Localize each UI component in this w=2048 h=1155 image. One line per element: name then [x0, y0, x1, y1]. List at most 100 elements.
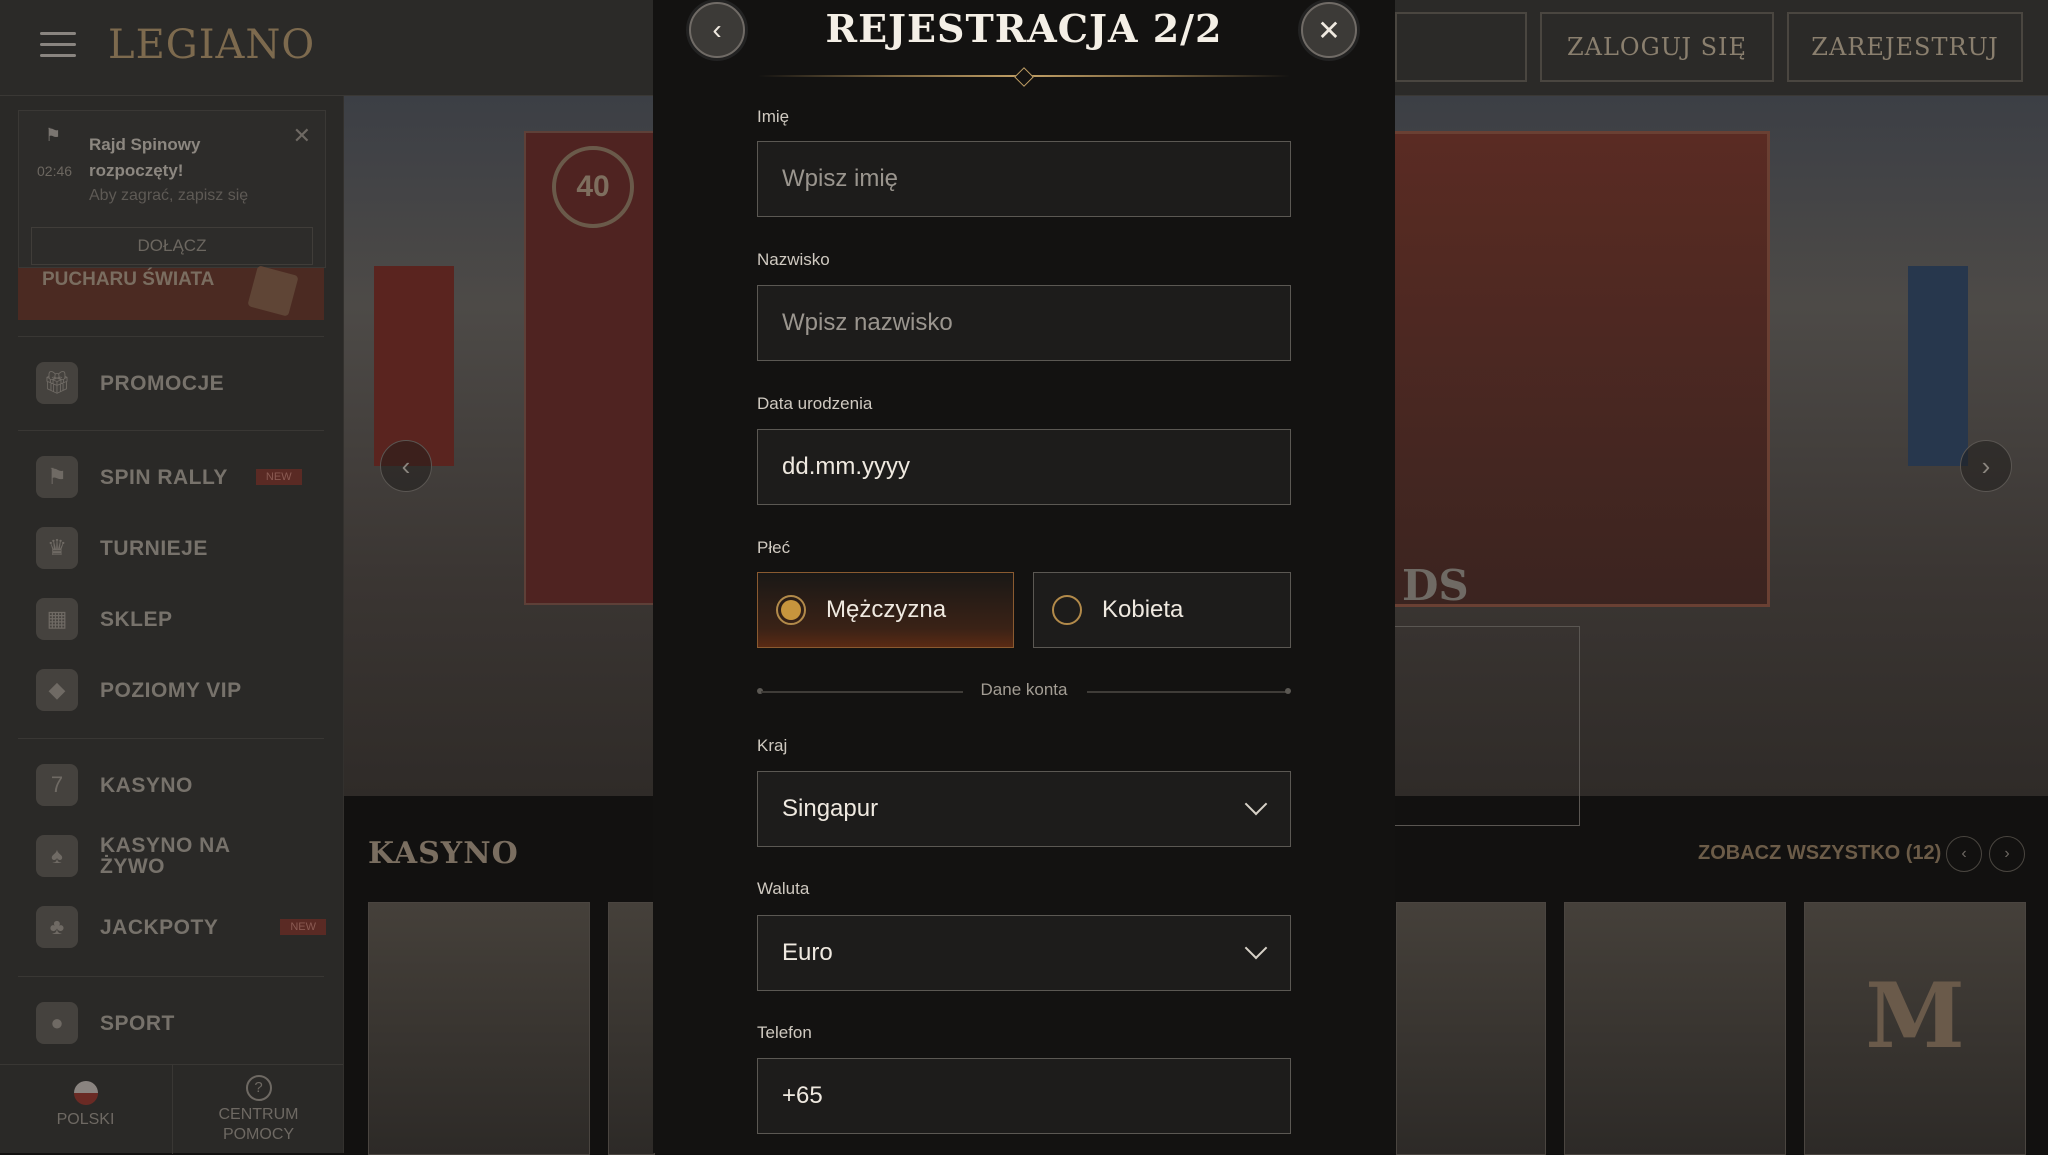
help-icon: ? [245, 1075, 272, 1101]
login-button[interactable]: ZALOGUJ SIĘ [1540, 12, 1774, 82]
sidebar-item-turnieje[interactable]: ♛ TURNIEJE [36, 523, 208, 573]
banner-next-arrow-icon[interactable]: › [1960, 440, 2012, 492]
sidebar-item-label: SKLEP [100, 607, 173, 631]
ball-icon: ● [36, 1002, 78, 1044]
notification-time: 02:46 [37, 163, 73, 179]
country-value: Singapur [782, 795, 879, 822]
gender-label: Płeć [757, 538, 791, 557]
sidebar-item-label: TURNIEJE [100, 536, 208, 560]
sidebar-item-label: SPORT [100, 1011, 175, 1035]
sidebar-item-promocje[interactable]: 🎁︎ PROMOCJE [36, 358, 224, 408]
world-cup-promo-banner[interactable]: PUCHARU ŚWIATA [18, 265, 324, 320]
slot-machine-icon: 7 [36, 764, 78, 806]
sidebar-item-label: JACKPOTY [100, 915, 219, 939]
sidebar-item-sport[interactable]: ● SPORT [36, 998, 175, 1048]
divider-dot [1285, 688, 1291, 694]
register-button[interactable]: ZAREJESTRUJ [1787, 12, 2023, 82]
clover-icon: ♣ [36, 906, 78, 948]
sidebar-item-label: PROMOCJE [100, 371, 225, 395]
last-name-input[interactable]: Wpisz nazwisko [757, 285, 1291, 361]
game-tile[interactable]: M [1804, 902, 2026, 1155]
game-tile[interactable] [368, 902, 590, 1155]
radio-checked-icon [776, 595, 806, 625]
site-logo[interactable]: LEGIANO [108, 22, 315, 68]
new-badge: NEW [280, 919, 327, 935]
currency-value: Euro [782, 939, 833, 966]
close-icon[interactable]: ✕ [293, 123, 311, 149]
sidebar: ⚑ Rajd Spinowy 02:46 rozpoczęty! Aby zag… [0, 96, 344, 1154]
casino-section-title: KASYNO [368, 836, 519, 871]
promo-banner-label: PUCHARU ŚWIATA [42, 269, 215, 290]
title-ornament-diamond [1014, 67, 1034, 87]
close-button[interactable]: ✕ [1301, 2, 1357, 58]
banner-flag-left [374, 266, 454, 466]
game-tile[interactable] [608, 902, 655, 1155]
registration-modal: ‹ REJESTRACJA 2/2 ✕ Imię Wpisz imię Nazw… [653, 0, 1395, 1153]
sidebar-item-spin-rally[interactable]: ⚑ SPIN RALLY NEW [36, 452, 302, 502]
sidebar-footer: POLSKI ? CENTRUM POMOCY [0, 1064, 343, 1154]
chevron-right-icon[interactable]: › [1989, 836, 2025, 872]
game-logo: M [1865, 962, 1965, 1069]
game-tile[interactable] [1564, 902, 1786, 1155]
banner-prev-arrow-icon[interactable]: ‹ [380, 440, 432, 492]
account-section-divider: Dane konta [980, 680, 1068, 699]
help-label: CENTRUM POMOCY [218, 1106, 299, 1143]
divider [18, 430, 324, 431]
sidebar-item-sklep[interactable]: ▦ SKLEP [36, 594, 173, 644]
language-selector[interactable]: POLSKI [0, 1065, 171, 1154]
phone-input[interactable]: +65 [757, 1058, 1291, 1134]
help-center-link[interactable]: ? CENTRUM POMOCY [172, 1065, 344, 1154]
game-tile[interactable] [1396, 902, 1546, 1155]
phone-label: Telefon [757, 1023, 812, 1042]
divider [18, 738, 324, 739]
spin-rally-notification: ⚑ Rajd Spinowy 02:46 rozpoczęty! Aby zag… [18, 110, 326, 268]
first-name-input[interactable]: Wpisz imię [757, 141, 1291, 217]
modal-title: REJESTRACJA 2/2 [825, 6, 1223, 51]
divider [18, 976, 324, 977]
diamond-icon: ◆ [36, 669, 78, 711]
birth-date-label: Data urodzenia [757, 394, 873, 413]
sidebar-item-kasyno[interactable]: 7 KASYNO [36, 760, 193, 810]
language-label: POLSKI [56, 1111, 115, 1128]
sidebar-item-poziomy-vip[interactable]: ◆ POZIOMY VIP [36, 665, 242, 715]
join-button[interactable]: DOŁĄCZ [31, 227, 313, 265]
gender-option-male[interactable]: Mężczyzna [757, 572, 1014, 648]
cards-icon: ♠ [36, 835, 78, 877]
sidebar-item-label: SPIN RALLY [100, 465, 228, 489]
see-all-link[interactable]: ZOBACZ WSZYSTKO (12) [1698, 842, 1941, 865]
country-select[interactable]: Singapur [757, 771, 1291, 847]
country-label: Kraj [757, 736, 788, 755]
gift-icon: 🎁︎ [36, 362, 78, 404]
currency-select[interactable]: Euro [757, 915, 1291, 991]
currency-label: Waluta [757, 879, 810, 898]
notification-subtitle: Aby zagrać, zapisz się [89, 187, 249, 204]
first-name-label: Imię [757, 107, 790, 126]
notification-title-2: rozpoczęty! [89, 161, 184, 180]
radio-unchecked-icon [1052, 595, 1082, 625]
menu-icon[interactable] [40, 32, 76, 58]
divider-line [1087, 691, 1287, 693]
chevron-left-icon[interactable]: ‹ [1946, 836, 1982, 872]
birth-date-input[interactable]: dd.mm.yyyy [757, 429, 1291, 505]
gender-option-female[interactable]: Kobieta [1033, 572, 1291, 648]
sidebar-item-label: KASYNO NA ŻYWO [100, 834, 230, 878]
cup-icon [247, 265, 299, 317]
chevron-down-icon [1244, 792, 1268, 816]
checkered-flag-icon: ⚑ [36, 456, 78, 498]
trophy-icon: ♛ [36, 527, 78, 569]
banner-card-right [1354, 131, 1770, 607]
sidebar-item-label: POZIOMY VIP [100, 678, 242, 702]
sidebar-item-jackpoty[interactable]: ♣ JACKPOTY NEW [36, 902, 327, 952]
banner-badge: 40 [552, 146, 634, 228]
sidebar-item-kasyno-na-zywo[interactable]: ♠ KASYNO NA ŻYWO [36, 831, 250, 881]
banner-flag-right [1908, 266, 1968, 466]
notification-title: Rajd Spinowy [89, 135, 201, 154]
close-icon: ✕ [1317, 14, 1341, 46]
new-badge: NEW [255, 469, 302, 485]
gender-option-label: Kobieta [1102, 596, 1184, 623]
gender-option-label: Mężczyzna [826, 596, 947, 623]
header-ghost-button[interactable] [1395, 12, 1527, 82]
banner-text: DS [1402, 561, 1469, 610]
modal-header: ‹ REJESTRACJA 2/2 ✕ [653, 0, 1395, 87]
last-name-label: Nazwisko [757, 250, 830, 269]
